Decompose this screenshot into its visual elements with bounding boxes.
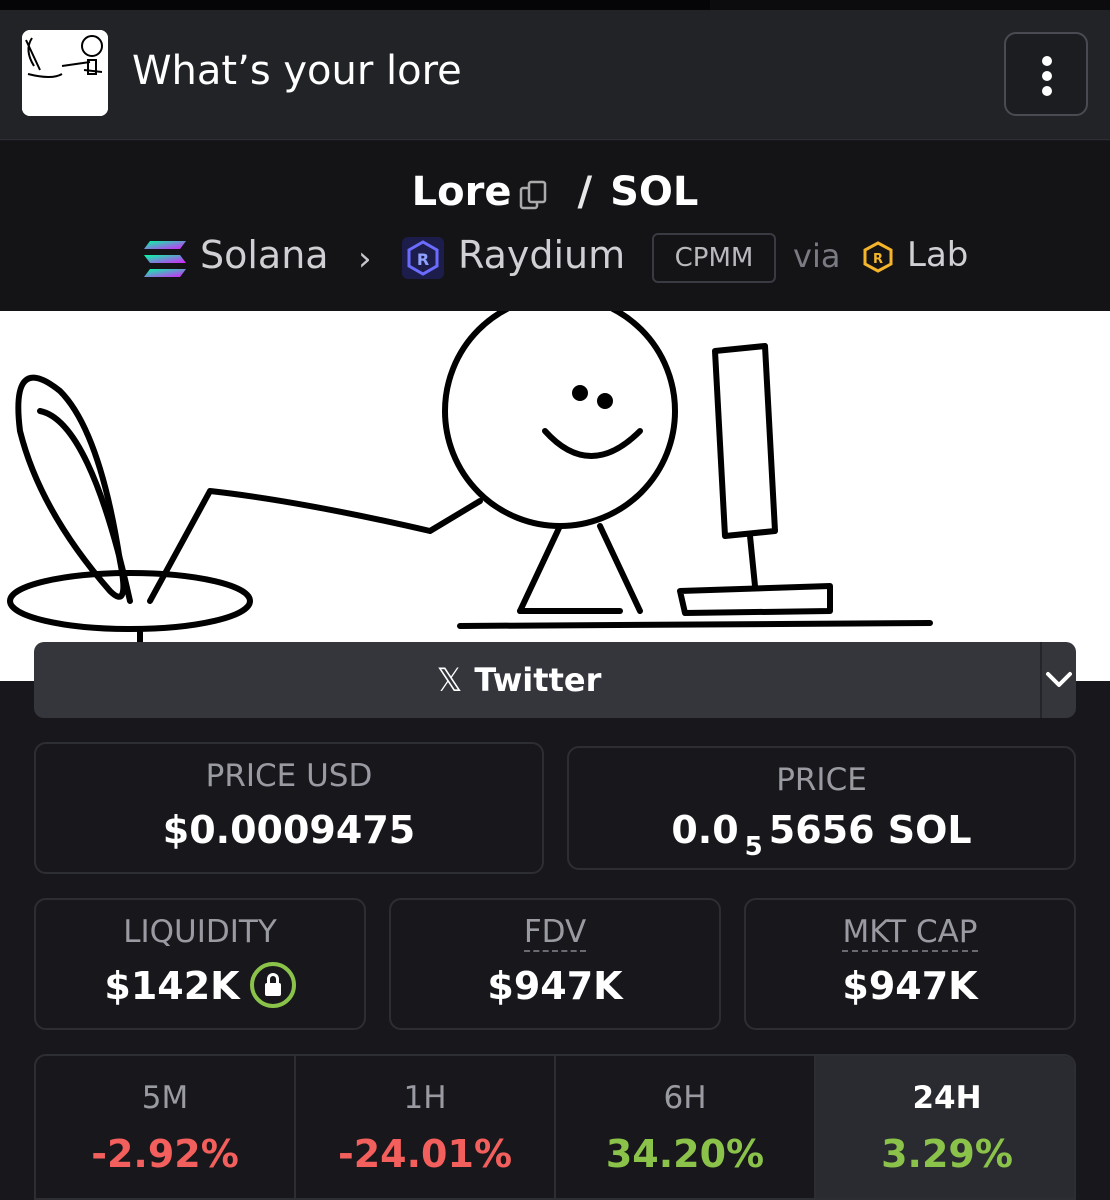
- chevron-right-icon: ›: [358, 239, 372, 279]
- via-label: via: [793, 237, 841, 275]
- chain-dex-row: Solana › R Raydium CPMM via R Lab: [0, 231, 1110, 287]
- token-name: What’s your lore: [132, 48, 462, 94]
- stick-figure-at-computer-illustration: [7, 311, 933, 654]
- token-header: What’s your lore: [0, 10, 1110, 140]
- more-options-button[interactable]: [1004, 32, 1088, 116]
- launchpad-link-lab[interactable]: Lab: [907, 235, 968, 275]
- svg-text:R: R: [873, 252, 883, 267]
- fdv-value: $947K: [487, 964, 623, 1008]
- tab-24h[interactable]: 24H 3.29%: [816, 1056, 1074, 1198]
- price-usd-value: $0.0009475: [162, 808, 416, 852]
- fdv-card: FDV $947K: [389, 898, 721, 1030]
- top-status-strip: [0, 0, 1110, 10]
- price-usd-label: PRICE USD: [205, 758, 373, 794]
- price-native-card: PRICE 0.0 5 5656 SOL: [567, 746, 1076, 870]
- twitter-link-button[interactable]: 𝕏 Twitter: [34, 642, 1004, 718]
- x-logo-icon: 𝕏: [436, 661, 463, 699]
- twitter-label: Twitter: [474, 661, 602, 699]
- token-avatar[interactable]: [22, 30, 108, 116]
- pair-info: Lore / SOL Solana › R Raydium CPMM via R L…: [0, 141, 1110, 311]
- market-cap-value: $947K: [842, 964, 978, 1008]
- price-usd-card: PRICE USD $0.0009475: [34, 742, 544, 874]
- liquidity-card: LIQUIDITY $142K: [34, 898, 366, 1030]
- token-banner-image: [0, 311, 1110, 681]
- price-change-value: -24.01%: [337, 1132, 513, 1176]
- liquidity-value: $142K: [104, 964, 240, 1008]
- timeframe-label: 24H: [912, 1080, 982, 1116]
- socials-dropdown-button[interactable]: [1042, 642, 1076, 718]
- more-vertical-icon: [1042, 56, 1052, 66]
- dex-link-raydium[interactable]: Raydium: [458, 233, 625, 277]
- pool-type-badge: CPMM: [652, 233, 776, 283]
- quote-token-symbol: SOL: [610, 169, 699, 215]
- price-change-value: 34.20%: [605, 1132, 765, 1176]
- market-cap-label[interactable]: MKT CAP: [746, 914, 1074, 952]
- tab-1h[interactable]: 1H -24.01%: [296, 1056, 556, 1198]
- fdv-label[interactable]: FDV: [391, 914, 719, 952]
- chevron-down-icon: [1046, 672, 1072, 687]
- price-change-tabs: 5M -2.92% 1H -24.01% 6H 34.20% 24H 3.29%: [34, 1054, 1076, 1200]
- svg-text:R: R: [417, 250, 429, 269]
- tab-6h[interactable]: 6H 34.20%: [556, 1056, 816, 1198]
- timeframe-label: 5M: [141, 1080, 189, 1116]
- timeframe-label: 6H: [663, 1080, 707, 1116]
- liquidity-value-row: $142K: [36, 961, 364, 1012]
- price-change-value: 3.29%: [881, 1132, 1013, 1176]
- base-token-symbol: Lore: [411, 169, 512, 215]
- timeframe-label: 1H: [403, 1080, 447, 1116]
- price-change-value: -2.92%: [91, 1132, 239, 1176]
- solana-icon: [144, 241, 186, 277]
- market-cap-card: MKT CAP $947K: [744, 898, 1076, 1030]
- launchlab-icon: R: [863, 241, 893, 273]
- stick-figure-computer-avatar-icon: [22, 30, 108, 116]
- price-zero-count-subscript: 5: [744, 832, 763, 862]
- social-links-bar: 𝕏 Twitter: [34, 642, 1076, 718]
- pair-separator: /: [577, 169, 593, 215]
- liquidity-label: LIQUIDITY: [123, 914, 277, 950]
- price-native-label: PRICE: [776, 762, 867, 798]
- price-native-value: 0.0 5 5656 SOL: [671, 808, 972, 862]
- tab-5m[interactable]: 5M -2.92%: [36, 1056, 296, 1198]
- raydium-icon: R: [402, 237, 444, 279]
- page-load-progress: [0, 0, 710, 10]
- copy-icon[interactable]: [519, 176, 549, 210]
- pair-title: Lore / SOL: [0, 167, 1110, 215]
- chain-link-solana[interactable]: Solana: [200, 233, 329, 277]
- liquidity-locked-icon[interactable]: [249, 961, 296, 1008]
